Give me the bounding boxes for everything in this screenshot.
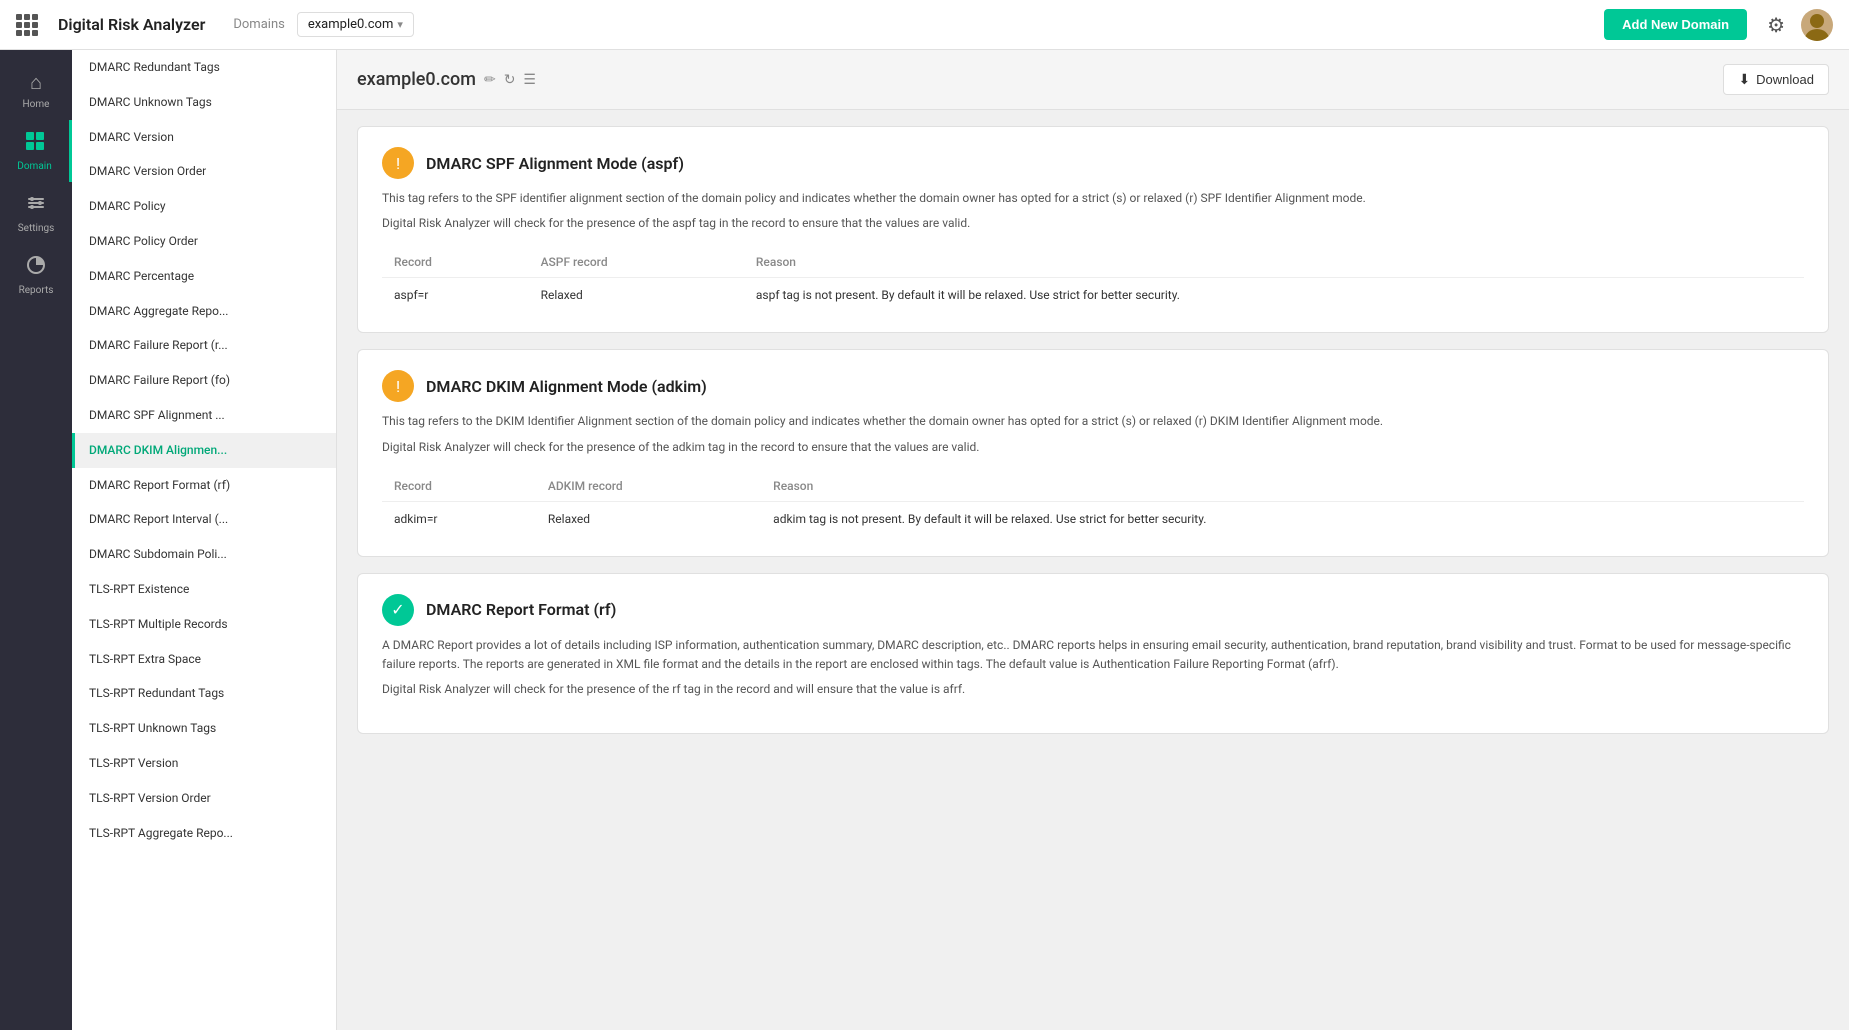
left-panel-item-dmarc-failure-report-fo[interactable]: DMARC Failure Report (fo)	[72, 363, 336, 398]
table-cell: Relaxed	[536, 501, 761, 536]
table-header: ADKIM record	[536, 471, 761, 502]
add-domain-button[interactable]: Add New Domain	[1604, 9, 1747, 40]
left-panel-item-dmarc-policy[interactable]: DMARC Policy	[72, 189, 336, 224]
table-cell: adkim=r	[382, 501, 536, 536]
left-panel-item-tls-rpt-multiple-records[interactable]: TLS-RPT Multiple Records	[72, 607, 336, 642]
domain-selector[interactable]: example0.com ▾	[297, 12, 414, 37]
left-panel-item-tls-rpt-version-order[interactable]: TLS-RPT Version Order	[72, 781, 336, 816]
left-panel: DMARC Redundant TagsDMARC Unknown TagsDM…	[72, 50, 337, 1030]
domains-label: Domains	[233, 17, 284, 32]
app-title: Digital Risk Analyzer	[58, 15, 205, 34]
left-panel-item-tls-rpt-aggregate-repo[interactable]: TLS-RPT Aggregate Repo...	[72, 816, 336, 851]
card-title-dmarc-spf-alignment: DMARC SPF Alignment Mode (aspf)	[426, 154, 684, 173]
card-badge-dmarc-spf-alignment: !	[382, 147, 414, 179]
card-dmarc-spf-alignment: ! DMARC SPF Alignment Mode (aspf) This tag…	[357, 126, 1829, 333]
main-body: ! DMARC SPF Alignment Mode (aspf) This tag…	[337, 110, 1849, 750]
table-header: ASPF record	[529, 247, 744, 278]
reports-icon	[25, 254, 47, 281]
home-icon: ⌂	[30, 70, 42, 95]
avatar	[1801, 9, 1833, 41]
card-desc2-dmarc-dkim-alignment: Digital Risk Analyzer will check for the…	[382, 438, 1804, 457]
left-panel-item-dmarc-subdomain-poli[interactable]: DMARC Subdomain Poli...	[72, 537, 336, 572]
table-row: aspf=rRelaxedaspf tag is not present. By…	[382, 278, 1804, 313]
left-panel-item-dmarc-spf-alignment[interactable]: DMARC SPF Alignment ...	[72, 398, 336, 433]
left-panel-item-tls-rpt-unknown-tags[interactable]: TLS-RPT Unknown Tags	[72, 711, 336, 746]
card-desc2-dmarc-report-format-rf: Digital Risk Analyzer will check for the…	[382, 680, 1804, 699]
left-panel-item-tls-rpt-version[interactable]: TLS-RPT Version	[72, 746, 336, 781]
grid-icon[interactable]	[16, 14, 38, 36]
table-row: adkim=rRelaxedadkim tag is not present. …	[382, 501, 1804, 536]
left-panel-item-dmarc-aggregate-repo[interactable]: DMARC Aggregate Repo...	[72, 294, 336, 329]
table-header: Reason	[761, 471, 1804, 502]
card-dmarc-report-format-rf: ✓ DMARC Report Format (rf) A DMARC Report …	[357, 573, 1829, 735]
refresh-icon[interactable]: ↻	[504, 72, 516, 88]
domain-icon	[24, 130, 46, 157]
left-panel-item-dmarc-version[interactable]: DMARC Version	[72, 120, 336, 155]
table-cell: aspf=r	[382, 278, 529, 313]
card-table-dmarc-spf-alignment: RecordASPF recordReasonaspf=rRelaxedaspf…	[382, 247, 1804, 312]
left-panel-item-dmarc-report-format-rf[interactable]: DMARC Report Format (rf)	[72, 468, 336, 503]
left-panel-item-dmarc-redundant-tags[interactable]: DMARC Redundant Tags	[72, 50, 336, 85]
left-panel-item-dmarc-failure-report-r[interactable]: DMARC Failure Report (r...	[72, 328, 336, 363]
main-header: example0.com ✏ ↻ ☰ ⬇ Download	[337, 50, 1849, 110]
sidebar-item-settings[interactable]: Settings	[0, 182, 72, 244]
left-panel-item-tls-rpt-redundant-tags[interactable]: TLS-RPT Redundant Tags	[72, 676, 336, 711]
sidebar-item-home[interactable]: ⌂ Home	[0, 60, 72, 120]
left-panel-item-dmarc-report-interval[interactable]: DMARC Report Interval (...	[72, 502, 336, 537]
left-panel-item-dmarc-unknown-tags[interactable]: DMARC Unknown Tags	[72, 85, 336, 120]
card-desc2-dmarc-spf-alignment: Digital Risk Analyzer will check for the…	[382, 214, 1804, 233]
table-cell: aspf tag is not present. By default it w…	[744, 278, 1804, 313]
sidebar-item-domain[interactable]: Domain	[0, 120, 72, 182]
settings-icon	[25, 192, 47, 219]
layout: ⌂ Home Domain	[0, 50, 1849, 1030]
card-desc1-dmarc-spf-alignment: This tag refers to the SPF identifier al…	[382, 189, 1804, 208]
card-header-dmarc-dkim-alignment: ! DMARC DKIM Alignment Mode (adkim)	[382, 370, 1804, 402]
left-panel-item-dmarc-policy-order[interactable]: DMARC Policy Order	[72, 224, 336, 259]
left-panel-item-dmarc-dkim-alignment[interactable]: DMARC DKIM Alignmen...	[72, 433, 336, 468]
main-content: example0.com ✏ ↻ ☰ ⬇ Download ! DMARC SPF…	[337, 50, 1849, 1030]
left-panel-item-tls-rpt-existence[interactable]: TLS-RPT Existence	[72, 572, 336, 607]
list-icon[interactable]: ☰	[523, 72, 536, 88]
card-header-dmarc-report-format-rf: ✓ DMARC Report Format (rf)	[382, 594, 1804, 626]
card-dmarc-dkim-alignment: ! DMARC DKIM Alignment Mode (adkim) This t…	[357, 349, 1829, 556]
card-title-dmarc-report-format-rf: DMARC Report Format (rf)	[426, 600, 616, 619]
left-panel-item-dmarc-percentage[interactable]: DMARC Percentage	[72, 259, 336, 294]
edit-icon[interactable]: ✏	[484, 72, 496, 88]
card-desc1-dmarc-dkim-alignment: This tag refers to the DKIM Identifier A…	[382, 412, 1804, 431]
top-nav: Digital Risk Analyzer Domains example0.c…	[0, 0, 1849, 50]
table-header: Record	[382, 471, 536, 502]
card-badge-dmarc-dkim-alignment: !	[382, 370, 414, 402]
card-title-dmarc-dkim-alignment: DMARC DKIM Alignment Mode (adkim)	[426, 377, 707, 396]
left-panel-list: DMARC Redundant TagsDMARC Unknown TagsDM…	[72, 50, 336, 850]
chevron-down-icon: ▾	[397, 18, 403, 31]
card-desc1-dmarc-report-format-rf: A DMARC Report provides a lot of details…	[382, 636, 1804, 674]
card-badge-dmarc-report-format-rf: ✓	[382, 594, 414, 626]
card-header-dmarc-spf-alignment: ! DMARC SPF Alignment Mode (aspf)	[382, 147, 1804, 179]
left-panel-item-tls-rpt-extra-space[interactable]: TLS-RPT Extra Space	[72, 642, 336, 677]
gear-icon[interactable]: ⚙	[1767, 13, 1785, 37]
download-icon: ⬇	[1738, 71, 1750, 88]
sidebar-item-reports[interactable]: Reports	[0, 244, 72, 306]
table-header: Record	[382, 247, 529, 278]
download-button[interactable]: ⬇ Download	[1723, 64, 1829, 95]
table-cell: adkim tag is not present. By default it …	[761, 501, 1804, 536]
table-header: Reason	[744, 247, 1804, 278]
table-cell: Relaxed	[529, 278, 744, 313]
sidebar: ⌂ Home Domain	[0, 50, 72, 1030]
card-table-dmarc-dkim-alignment: RecordADKIM recordReasonadkim=rRelaxedad…	[382, 471, 1804, 536]
domain-heading: example0.com	[357, 69, 476, 90]
left-panel-item-dmarc-version-order[interactable]: DMARC Version Order	[72, 154, 336, 189]
